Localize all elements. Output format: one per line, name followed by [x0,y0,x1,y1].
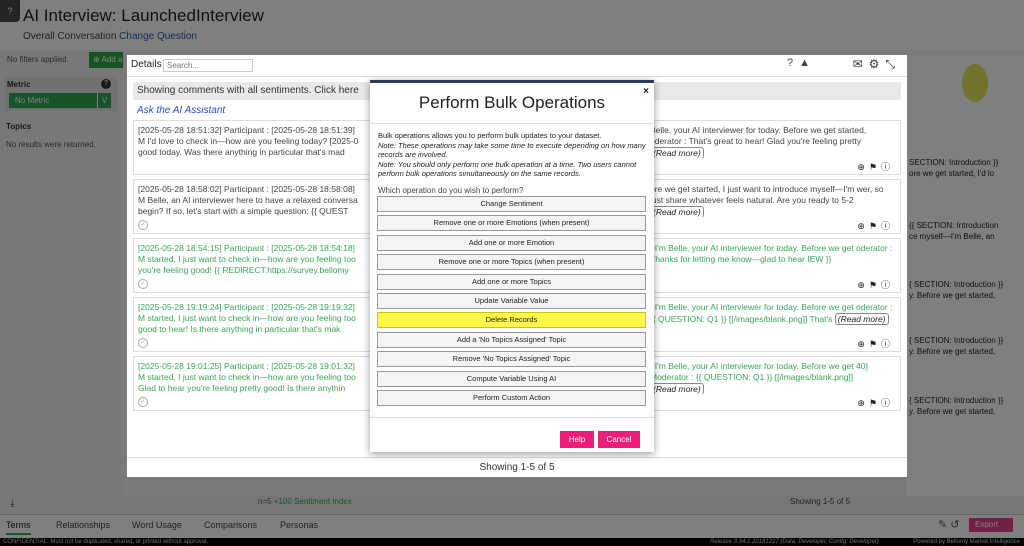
card-actions[interactable]: ⊕⚑ⓘ [857,219,894,232]
card-actions[interactable]: ⊕⚑ⓘ [857,396,894,409]
bulk-operations-modal: × Perform Bulk Operations Bulk operation… [370,80,654,452]
details-showing-count: Showing 1-5 of 5 [127,457,907,477]
check-circle-icon[interactable]: ✓ [138,279,148,289]
card-actions[interactable]: ⊕⚑ⓘ [857,337,894,350]
help-button[interactable]: Help [560,431,594,448]
comment-text: [2025-05-28 18:51:32] Participant : [202… [138,125,359,157]
read-more-link[interactable]: (Read more) [834,313,889,325]
remove-emotions-button[interactable]: Remove one or more Emotions (when presen… [377,215,646,231]
custom-action-button[interactable]: Perform Custom Action [377,390,646,406]
info-icon[interactable]: ⓘ [881,162,894,172]
modal-title: Perform Bulk Operations [418,93,606,112]
details-header: Details ?▲ ✉⚙⤡ [127,55,907,77]
comment-text-right: ! I'm Belle, your AI interviewer for tod… [650,243,893,264]
flag-icon[interactable]: ⚑ [869,221,881,231]
divider [370,417,654,418]
details-title: Details [131,59,162,70]
check-circle-icon[interactable]: ✓ [138,220,148,230]
cancel-button[interactable]: Cancel [598,431,640,448]
flag-icon[interactable]: ⚑ [869,280,881,290]
add-icon[interactable]: ⊕ [857,339,869,349]
compute-variable-ai-button[interactable]: Compute Variable Using AI [377,371,646,387]
comment-text: [2025-05-28 18:54:15] Participant : [202… [138,243,356,275]
change-sentiment-button[interactable]: Change Sentiment [377,196,646,212]
operation-question: Which operation do you wish to perform? [378,186,524,195]
check-circle-icon[interactable]: ✓ [138,338,148,348]
details-toolbar: ✉⚙⤡ [853,57,901,72]
note-duration: Note: These operations may take some tim… [378,140,646,160]
info-icon[interactable]: ⓘ [881,398,894,408]
details-search-input[interactable] [163,59,253,72]
read-more-link[interactable]: (Read more) [650,206,704,217]
divider [370,123,654,124]
comment-text-right: ore we get started, I just want to intro… [650,184,896,217]
add-no-topics-button[interactable]: Add a 'No Topics Assigned' Topic [377,332,646,348]
comment-text: [2025-05-28 19:01:25] Participant : [202… [138,361,356,393]
comment-text-right-content: ore we get started, I just want to intro… [650,184,884,205]
card-actions[interactable]: ⊕⚑ⓘ [857,160,894,173]
ask-ai-link[interactable]: Ask the AI Assistant [137,105,225,116]
remove-no-topics-button[interactable]: Remove 'No Topics Assigned' Topic [377,351,646,367]
flag-icon[interactable]: ⚑ [869,339,881,349]
read-more-link[interactable]: (Read more) [650,147,704,158]
info-icon[interactable]: ⓘ [881,339,894,349]
description-text: Bulk operations allows you to perform bu… [378,131,602,140]
help-icon[interactable]: ? [787,57,799,69]
add-icon[interactable]: ⊕ [857,221,869,231]
details-help-icons[interactable]: ?▲ [787,57,816,69]
add-icon[interactable]: ⊕ [857,280,869,290]
collapse-icon[interactable]: ⤡ [885,57,901,71]
comment-text-right: Belle, your AI interviewer for today. Be… [650,125,896,158]
add-emotion-button[interactable]: Add one or more Emotion [377,235,646,251]
flag-icon[interactable]: ⚑ [869,162,881,172]
comment-text-right-content: Belle, your AI interviewer for today. Be… [650,125,867,146]
add-icon[interactable]: ⊕ [857,398,869,408]
read-more-link[interactable]: (Read more) [650,383,704,394]
add-icon[interactable]: ⊕ [857,162,869,172]
note-concurrency: Note: You should only perform one bulk o… [378,159,637,179]
comment-text: [2025-05-28 18:58:02] Participant : [202… [138,184,358,216]
add-topics-button[interactable]: Add one or more Topics [377,274,646,290]
flag-icon[interactable]: ⚑ [869,398,881,408]
info-icon[interactable]: ⓘ [881,280,894,290]
delete-records-button[interactable]: Delete Records [377,312,646,328]
modal-description: Bulk operations allows you to perform bu… [378,131,650,179]
chart-icon[interactable]: ▲ [799,57,816,69]
comment-text-right-content: ! I'm Belle, your AI interviewer for tod… [650,361,868,382]
remove-topics-button[interactable]: Remove one or more Topics (when present) [377,254,646,270]
gear-icon[interactable]: ⚙ [869,57,886,71]
comment-icon[interactable]: ✉ [853,57,869,71]
card-actions[interactable]: ⊕⚑ⓘ [857,278,894,291]
check-circle-icon[interactable]: ✓ [138,397,148,407]
comment-text: [2025-05-28 19:19:24] Participant : [202… [138,302,356,334]
update-variable-button[interactable]: Update Variable Value [377,293,646,309]
comment-text-right: ! I'm Belle, your AI interviewer for tod… [650,361,896,394]
comment-text-right: ! I'm Belle, your AI interviewer for tod… [650,302,896,335]
info-icon[interactable]: ⓘ [881,221,894,231]
